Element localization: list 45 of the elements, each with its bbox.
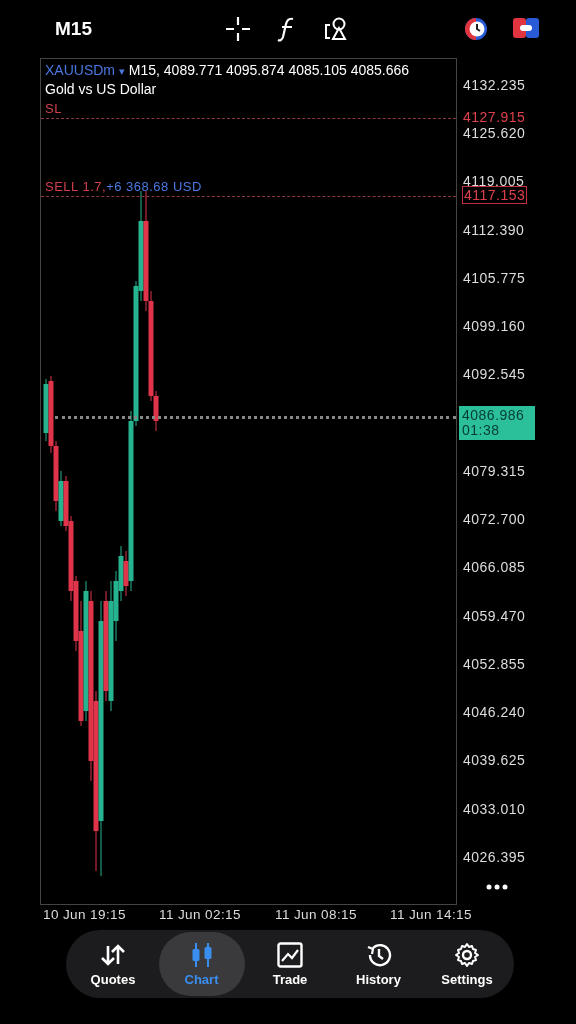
caret-icon[interactable]: ▾ <box>118 65 125 77</box>
price-tick: 4039.625 <box>462 752 527 769</box>
price-tick: 4033.010 <box>462 800 527 817</box>
tab-button[interactable]: Quotes <box>70 932 156 996</box>
price-tick: 4099.160 <box>462 318 527 335</box>
line-chart-icon <box>277 941 303 968</box>
price-tick: 4105.775 <box>462 270 527 286</box>
symbol-name[interactable]: XAUUSDm <box>45 62 115 78</box>
time-label: 10 Jun 19:15 <box>43 907 126 922</box>
tab-button[interactable]: Settings <box>424 932 510 996</box>
candlestick-icon <box>189 941 214 968</box>
history-icon <box>365 941 392 968</box>
price-tick: 4092.545 <box>462 366 527 383</box>
more-icon[interactable] <box>486 884 508 890</box>
order-label: SELL 1.7, <box>45 179 107 194</box>
bar-timer: 01:38 <box>462 423 501 439</box>
tab-button[interactable]: Trade <box>247 932 333 996</box>
time-label: 11 Jun 14:15 <box>390 907 472 922</box>
price-tick: 4066.085 <box>462 559 527 576</box>
price-tick: 4125.620 <box>462 125 527 142</box>
symbol-description: Gold vs US Dollar <box>45 80 158 98</box>
price-tick: 4079.315 <box>462 463 527 479</box>
order-price: 4117.153 <box>462 186 528 204</box>
price-tick: 4026.395 <box>462 849 527 865</box>
chart-panel[interactable]: XAUUSDm ▾ M15, 4089.771 4095.874 4085.105 4085.666 Gold vs US Dollar SL SELL 1.7,+6 368.68 USD <box>40 58 457 905</box>
time-label: 11 Jun 08:15 <box>275 907 357 922</box>
price-tick: 4059.470 <box>462 607 527 624</box>
toggle-icon[interactable] <box>513 16 539 40</box>
tab-button[interactable]: History <box>335 932 422 996</box>
objects-icon[interactable] <box>323 16 349 42</box>
time-label: 11 Jun 02:15 <box>159 907 241 922</box>
current-price: 4086.986 <box>462 408 526 424</box>
timeframe-label[interactable]: M15 <box>55 18 225 40</box>
price-tick: 4052.855 <box>462 656 527 672</box>
stop-loss-label: SL <box>45 100 62 116</box>
ohlc-values: M15, 4089.771 4095.874 4085.105 4085.666 <box>128 62 410 78</box>
settings-icon <box>454 941 480 968</box>
price-tick: 4046.240 <box>462 704 527 721</box>
stop-loss-price: 4127.915 <box>462 108 527 125</box>
price-tick: 4072.700 <box>462 511 527 528</box>
order-profit: +6 368.68 USD <box>106 179 202 194</box>
price-tick: 4112.390 <box>462 221 526 238</box>
clock-icon[interactable] <box>463 16 489 42</box>
crosshair-icon[interactable] <box>225 16 251 42</box>
price-tick: 4132.235 <box>462 77 527 93</box>
